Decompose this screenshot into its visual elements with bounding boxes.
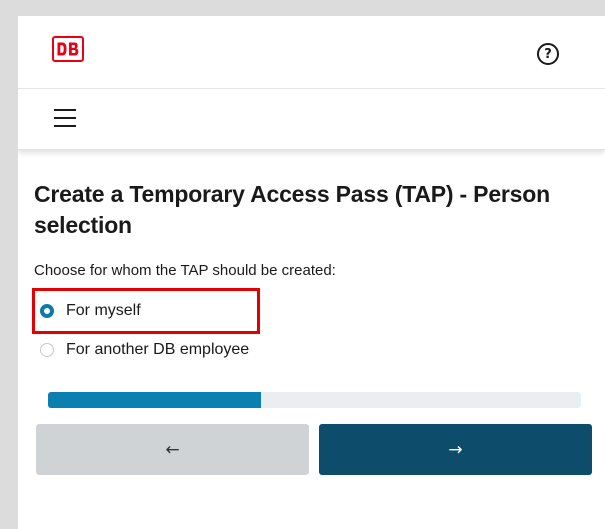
top-header: ? [18, 16, 605, 89]
progress-fill [48, 392, 262, 408]
db-logo-mark [57, 42, 79, 56]
next-button[interactable]: → [319, 424, 592, 475]
db-logo[interactable] [52, 36, 84, 62]
arrow-left-icon: ← [165, 439, 180, 460]
help-glyph: ? [544, 46, 552, 62]
back-button[interactable]: ← [36, 424, 309, 475]
page-title: Create a Temporary Access Pass (TAP) - P… [34, 181, 550, 238]
nav-bar [18, 89, 605, 150]
help-icon[interactable]: ? [537, 43, 559, 65]
progress-bar [48, 392, 581, 408]
radio-for-another-employee[interactable] [40, 343, 54, 357]
app-window: ? Create a Temporary Access Pass (TAP) -… [18, 16, 605, 529]
selection-prompt: Choose for whom the TAP should be create… [34, 262, 336, 279]
option-for-myself[interactable]: For myself [40, 300, 141, 322]
option-label: For another DB employee [66, 341, 250, 358]
option-label: For myself [66, 302, 141, 319]
hamburger-line [54, 109, 76, 111]
hamburger-line [54, 117, 76, 119]
radio-for-myself[interactable] [40, 304, 54, 318]
hamburger-line [54, 125, 76, 127]
option-for-another-employee[interactable]: For another DB employee [40, 339, 249, 361]
hamburger-menu-icon[interactable] [54, 109, 76, 127]
arrow-right-icon: → [448, 439, 463, 460]
